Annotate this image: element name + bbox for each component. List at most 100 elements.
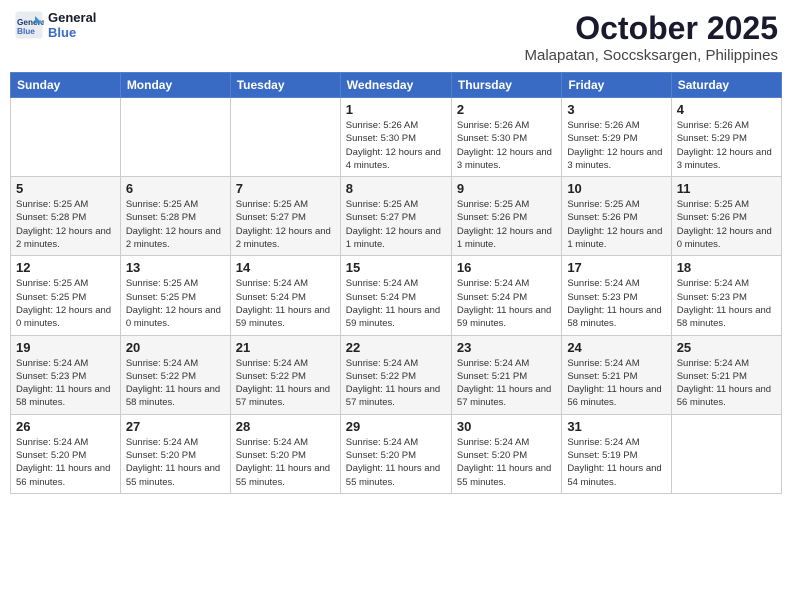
calendar-cell: 5 Sunrise: 5:25 AMSunset: 5:28 PMDayligh… bbox=[11, 177, 121, 256]
calendar-cell: 6 Sunrise: 5:25 AMSunset: 5:28 PMDayligh… bbox=[120, 177, 230, 256]
day-info: Sunrise: 5:26 AMSunset: 5:29 PMDaylight:… bbox=[677, 119, 776, 172]
day-info: Sunrise: 5:25 AMSunset: 5:28 PMDaylight:… bbox=[126, 198, 225, 251]
weekday-header-thursday: Thursday bbox=[451, 73, 561, 98]
day-info: Sunrise: 5:24 AMSunset: 5:22 PMDaylight:… bbox=[126, 357, 225, 410]
day-info: Sunrise: 5:24 AMSunset: 5:19 PMDaylight:… bbox=[567, 436, 665, 489]
day-number: 21 bbox=[236, 340, 335, 355]
calendar-cell: 22 Sunrise: 5:24 AMSunset: 5:22 PMDaylig… bbox=[340, 335, 451, 414]
day-number: 25 bbox=[677, 340, 776, 355]
day-number: 18 bbox=[677, 260, 776, 275]
calendar-cell: 9 Sunrise: 5:25 AMSunset: 5:26 PMDayligh… bbox=[451, 177, 561, 256]
calendar-cell: 1 Sunrise: 5:26 AMSunset: 5:30 PMDayligh… bbox=[340, 98, 451, 177]
day-info: Sunrise: 5:25 AMSunset: 5:26 PMDaylight:… bbox=[457, 198, 556, 251]
calendar-cell bbox=[120, 98, 230, 177]
location-title: Malapatan, Soccsksargen, Philippines bbox=[525, 47, 778, 64]
calendar-cell: 4 Sunrise: 5:26 AMSunset: 5:29 PMDayligh… bbox=[671, 98, 781, 177]
day-info: Sunrise: 5:26 AMSunset: 5:29 PMDaylight:… bbox=[567, 119, 665, 172]
day-number: 31 bbox=[567, 419, 665, 434]
day-info: Sunrise: 5:25 AMSunset: 5:25 PMDaylight:… bbox=[126, 277, 225, 330]
logo-icon: General Blue bbox=[14, 10, 44, 40]
day-number: 19 bbox=[16, 340, 115, 355]
day-number: 22 bbox=[346, 340, 446, 355]
weekday-header-wednesday: Wednesday bbox=[340, 73, 451, 98]
day-number: 11 bbox=[677, 181, 776, 196]
day-number: 16 bbox=[457, 260, 556, 275]
calendar-cell: 7 Sunrise: 5:25 AMSunset: 5:27 PMDayligh… bbox=[230, 177, 340, 256]
calendar-cell: 29 Sunrise: 5:24 AMSunset: 5:20 PMDaylig… bbox=[340, 414, 451, 493]
day-number: 27 bbox=[126, 419, 225, 434]
day-number: 14 bbox=[236, 260, 335, 275]
svg-text:Blue: Blue bbox=[17, 27, 35, 36]
calendar-cell bbox=[230, 98, 340, 177]
day-number: 5 bbox=[16, 181, 115, 196]
day-number: 15 bbox=[346, 260, 446, 275]
day-info: Sunrise: 5:24 AMSunset: 5:23 PMDaylight:… bbox=[677, 277, 776, 330]
calendar-cell bbox=[671, 414, 781, 493]
calendar-cell: 30 Sunrise: 5:24 AMSunset: 5:20 PMDaylig… bbox=[451, 414, 561, 493]
calendar: SundayMondayTuesdayWednesdayThursdayFrid… bbox=[10, 72, 782, 494]
day-number: 20 bbox=[126, 340, 225, 355]
calendar-cell: 14 Sunrise: 5:24 AMSunset: 5:24 PMDaylig… bbox=[230, 256, 340, 335]
page-header: General Blue General Blue October 2025 M… bbox=[10, 10, 782, 64]
day-info: Sunrise: 5:24 AMSunset: 5:20 PMDaylight:… bbox=[236, 436, 335, 489]
day-number: 6 bbox=[126, 181, 225, 196]
day-info: Sunrise: 5:24 AMSunset: 5:21 PMDaylight:… bbox=[677, 357, 776, 410]
day-number: 24 bbox=[567, 340, 665, 355]
day-info: Sunrise: 5:24 AMSunset: 5:23 PMDaylight:… bbox=[16, 357, 115, 410]
weekday-header-sunday: Sunday bbox=[11, 73, 121, 98]
day-info: Sunrise: 5:24 AMSunset: 5:20 PMDaylight:… bbox=[346, 436, 446, 489]
day-number: 4 bbox=[677, 102, 776, 117]
day-info: Sunrise: 5:24 AMSunset: 5:22 PMDaylight:… bbox=[236, 357, 335, 410]
weekday-header-saturday: Saturday bbox=[671, 73, 781, 98]
calendar-cell: 11 Sunrise: 5:25 AMSunset: 5:26 PMDaylig… bbox=[671, 177, 781, 256]
day-info: Sunrise: 5:26 AMSunset: 5:30 PMDaylight:… bbox=[457, 119, 556, 172]
calendar-week-5: 26 Sunrise: 5:24 AMSunset: 5:20 PMDaylig… bbox=[11, 414, 782, 493]
day-info: Sunrise: 5:25 AMSunset: 5:27 PMDaylight:… bbox=[346, 198, 446, 251]
day-info: Sunrise: 5:24 AMSunset: 5:24 PMDaylight:… bbox=[457, 277, 556, 330]
calendar-cell: 27 Sunrise: 5:24 AMSunset: 5:20 PMDaylig… bbox=[120, 414, 230, 493]
day-number: 7 bbox=[236, 181, 335, 196]
day-number: 13 bbox=[126, 260, 225, 275]
day-info: Sunrise: 5:24 AMSunset: 5:22 PMDaylight:… bbox=[346, 357, 446, 410]
calendar-cell: 13 Sunrise: 5:25 AMSunset: 5:25 PMDaylig… bbox=[120, 256, 230, 335]
weekday-header-tuesday: Tuesday bbox=[230, 73, 340, 98]
day-info: Sunrise: 5:24 AMSunset: 5:24 PMDaylight:… bbox=[346, 277, 446, 330]
month-title: October 2025 bbox=[525, 10, 778, 47]
calendar-cell: 8 Sunrise: 5:25 AMSunset: 5:27 PMDayligh… bbox=[340, 177, 451, 256]
day-number: 1 bbox=[346, 102, 446, 117]
calendar-cell: 24 Sunrise: 5:24 AMSunset: 5:21 PMDaylig… bbox=[562, 335, 671, 414]
day-number: 9 bbox=[457, 181, 556, 196]
calendar-cell: 18 Sunrise: 5:24 AMSunset: 5:23 PMDaylig… bbox=[671, 256, 781, 335]
calendar-cell: 25 Sunrise: 5:24 AMSunset: 5:21 PMDaylig… bbox=[671, 335, 781, 414]
day-number: 23 bbox=[457, 340, 556, 355]
calendar-cell: 15 Sunrise: 5:24 AMSunset: 5:24 PMDaylig… bbox=[340, 256, 451, 335]
calendar-cell: 12 Sunrise: 5:25 AMSunset: 5:25 PMDaylig… bbox=[11, 256, 121, 335]
weekday-header-friday: Friday bbox=[562, 73, 671, 98]
calendar-cell: 16 Sunrise: 5:24 AMSunset: 5:24 PMDaylig… bbox=[451, 256, 561, 335]
calendar-cell: 26 Sunrise: 5:24 AMSunset: 5:20 PMDaylig… bbox=[11, 414, 121, 493]
calendar-cell: 3 Sunrise: 5:26 AMSunset: 5:29 PMDayligh… bbox=[562, 98, 671, 177]
day-info: Sunrise: 5:25 AMSunset: 5:25 PMDaylight:… bbox=[16, 277, 115, 330]
day-info: Sunrise: 5:24 AMSunset: 5:23 PMDaylight:… bbox=[567, 277, 665, 330]
day-number: 12 bbox=[16, 260, 115, 275]
day-info: Sunrise: 5:26 AMSunset: 5:30 PMDaylight:… bbox=[346, 119, 446, 172]
day-info: Sunrise: 5:24 AMSunset: 5:20 PMDaylight:… bbox=[16, 436, 115, 489]
calendar-week-1: 1 Sunrise: 5:26 AMSunset: 5:30 PMDayligh… bbox=[11, 98, 782, 177]
calendar-cell: 23 Sunrise: 5:24 AMSunset: 5:21 PMDaylig… bbox=[451, 335, 561, 414]
day-info: Sunrise: 5:24 AMSunset: 5:20 PMDaylight:… bbox=[457, 436, 556, 489]
calendar-cell: 10 Sunrise: 5:25 AMSunset: 5:26 PMDaylig… bbox=[562, 177, 671, 256]
day-number: 28 bbox=[236, 419, 335, 434]
calendar-cell: 17 Sunrise: 5:24 AMSunset: 5:23 PMDaylig… bbox=[562, 256, 671, 335]
calendar-cell bbox=[11, 98, 121, 177]
day-info: Sunrise: 5:25 AMSunset: 5:26 PMDaylight:… bbox=[677, 198, 776, 251]
day-info: Sunrise: 5:24 AMSunset: 5:21 PMDaylight:… bbox=[567, 357, 665, 410]
day-number: 8 bbox=[346, 181, 446, 196]
day-number: 10 bbox=[567, 181, 665, 196]
day-info: Sunrise: 5:24 AMSunset: 5:20 PMDaylight:… bbox=[126, 436, 225, 489]
day-info: Sunrise: 5:25 AMSunset: 5:27 PMDaylight:… bbox=[236, 198, 335, 251]
day-number: 30 bbox=[457, 419, 556, 434]
calendar-cell: 31 Sunrise: 5:24 AMSunset: 5:19 PMDaylig… bbox=[562, 414, 671, 493]
calendar-cell: 19 Sunrise: 5:24 AMSunset: 5:23 PMDaylig… bbox=[11, 335, 121, 414]
calendar-cell: 21 Sunrise: 5:24 AMSunset: 5:22 PMDaylig… bbox=[230, 335, 340, 414]
day-number: 2 bbox=[457, 102, 556, 117]
